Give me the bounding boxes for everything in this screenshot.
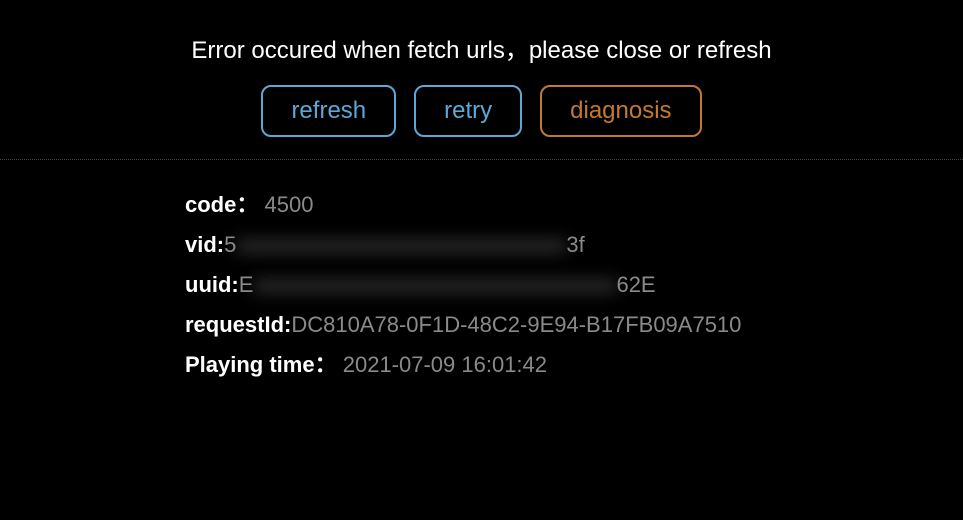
diagnosis-button[interactable]: diagnosis (540, 85, 701, 137)
vid-label: vid: (185, 232, 224, 257)
code-value: 4500 (264, 192, 313, 217)
requestid-label: requestId: (185, 312, 291, 337)
code-label: code： (185, 192, 258, 217)
playingtime-value: 2021-07-09 16:01:42 (343, 352, 547, 377)
refresh-button[interactable]: refresh (261, 85, 396, 137)
requestid-row: requestId:DC810A78-0F1D-48C2-9E94-B17FB0… (185, 308, 770, 342)
uuid-blurred: xxxxxxxxxxxxxxxxxxxxxxxxxxxxxxxxx (253, 272, 616, 297)
requestid-value: DC810A78-0F1D-48C2-9E94-B17FB09A7510 (291, 312, 741, 337)
details-section: code： 4500 vid:5xxxxxxxxxxxxxxxxxxxxxxxx… (0, 160, 770, 388)
vid-suffix: 3f (566, 232, 584, 257)
playingtime-row: Playing time： 2021-07-09 16:01:42 (185, 348, 770, 382)
uuid-row: uuid:Exxxxxxxxxxxxxxxxxxxxxxxxxxxxxxxxx6… (185, 268, 770, 302)
uuid-prefix: E (239, 272, 254, 297)
uuid-label: uuid: (185, 272, 239, 297)
error-message: Error occured when fetch urls，please clo… (0, 0, 963, 85)
playingtime-label: Playing time： (185, 352, 337, 377)
button-row: refresh retry diagnosis (0, 85, 963, 159)
retry-button[interactable]: retry (414, 85, 522, 137)
vid-row: vid:5xxxxxxxxxxxxxxxxxxxxxxxxxxxxxx3f (185, 228, 770, 262)
code-row: code： 4500 (185, 188, 770, 222)
vid-prefix: 5 (224, 232, 236, 257)
error-panel: Error occured when fetch urls，please clo… (0, 0, 963, 520)
uuid-suffix: 62E (616, 272, 655, 297)
vid-blurred: xxxxxxxxxxxxxxxxxxxxxxxxxxxxxx (236, 232, 566, 257)
